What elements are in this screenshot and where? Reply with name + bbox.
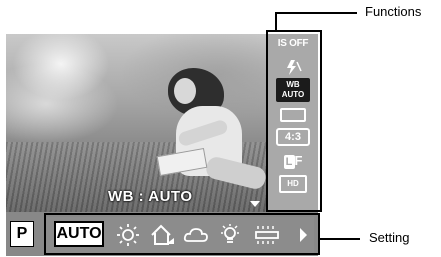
setting-highlight-frame xyxy=(44,213,320,255)
functions-callout-horizontal xyxy=(275,12,357,14)
scroll-down-indicator-icon xyxy=(250,201,260,207)
functions-callout-label: Functions xyxy=(365,4,422,19)
live-view-image xyxy=(6,34,268,212)
setting-callout-label: Setting xyxy=(369,230,410,245)
functions-highlight-frame xyxy=(266,30,322,212)
functions-callout-vertical xyxy=(275,12,277,32)
wb-status-overlay: WB : AUTO xyxy=(108,188,193,205)
shooting-mode-indicator: P xyxy=(10,221,34,247)
setting-callout-line xyxy=(320,238,360,240)
